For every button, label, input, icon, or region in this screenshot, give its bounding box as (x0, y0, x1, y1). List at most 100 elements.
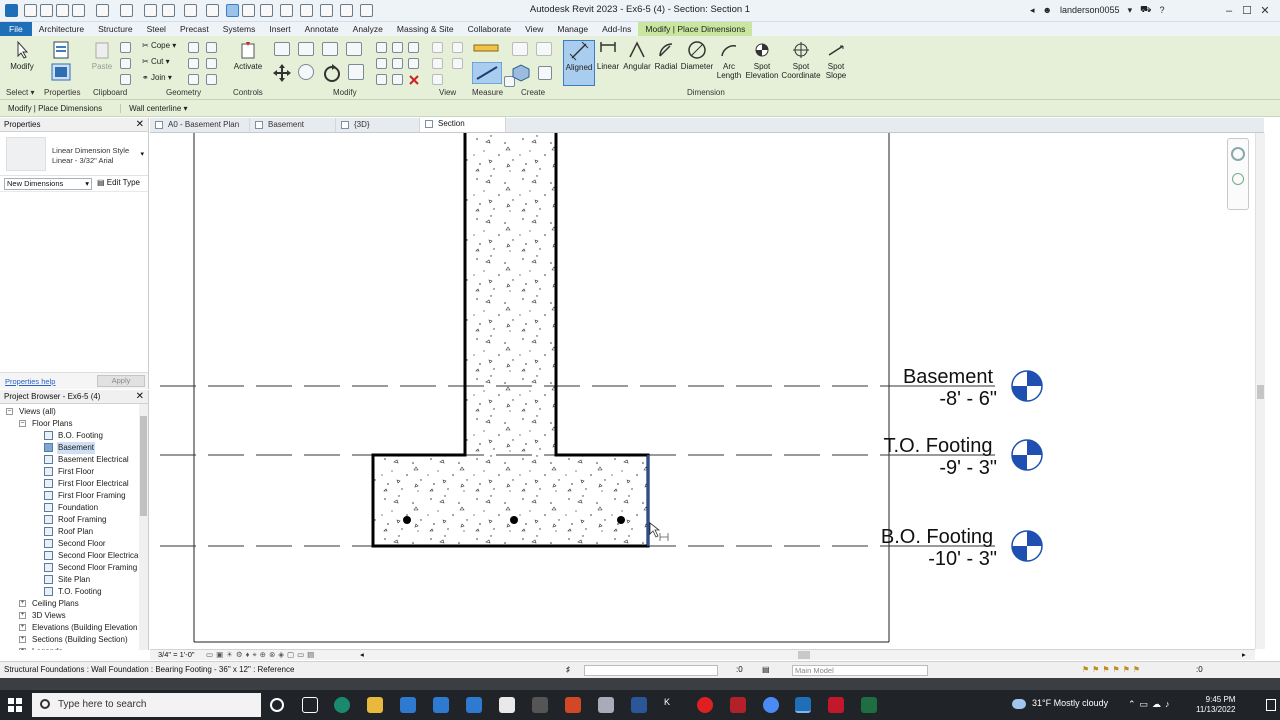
file-explorer-icon[interactable] (367, 697, 383, 713)
unjoin-icon[interactable] (206, 58, 217, 69)
steering-wheel-icon[interactable] (1231, 147, 1245, 161)
camera-icon[interactable] (532, 697, 548, 713)
properties-close-icon[interactable]: ✕ (136, 118, 144, 132)
canvas-vertical-scrollbar[interactable] (1255, 133, 1265, 649)
store-icon[interactable] (400, 697, 416, 713)
design-options-icon[interactable]: ▤ (762, 662, 770, 678)
instance-filter-dropdown[interactable]: New Dimensions ▾ (4, 178, 92, 190)
rotate-icon[interactable] (322, 63, 342, 83)
selection-toggle-icons[interactable]: ⚑⚑⚑⚑⚑⚑ (1082, 662, 1143, 678)
ribbon-tab-modify-place-dimensions[interactable]: Modify | Place Dimensions (638, 22, 753, 36)
tree-item[interactable]: First Floor Electrical (0, 478, 148, 490)
zoom-icon[interactable] (1232, 173, 1244, 185)
dimension-tool-angular-button[interactable]: Angular (622, 40, 652, 71)
dimension-tool-aligned-button[interactable]: Aligned (563, 40, 595, 86)
tree-item[interactable]: Basement Electrical (0, 454, 148, 466)
expand-icon[interactable]: + (19, 636, 26, 643)
drawing-canvas[interactable]: Basement -8' - 6" T.O. Footing -9' - 3" … (150, 133, 1255, 649)
level-name[interactable]: Basement (903, 366, 993, 388)
ribbon-tab-systems[interactable]: Systems (216, 22, 263, 36)
ribbon-tab-insert[interactable]: Insert (262, 22, 297, 36)
mail-icon[interactable] (433, 697, 449, 713)
paste-button[interactable]: Paste (90, 40, 114, 71)
demolish-icon[interactable] (206, 42, 217, 53)
dimension-tool-radial-button[interactable]: Radial (652, 40, 680, 71)
measure-between-icon[interactable] (472, 41, 500, 55)
expand-icon[interactable]: + (19, 624, 26, 631)
help-icon[interactable]: ? (1159, 5, 1164, 15)
tree-item[interactable]: Second Floor (0, 538, 148, 550)
tree-item[interactable]: T.O. Footing (0, 586, 148, 598)
scale-icon[interactable] (392, 58, 403, 69)
mirror-draw-icon[interactable] (346, 42, 362, 56)
wall-joins-icon[interactable] (188, 42, 199, 53)
user-icon[interactable]: ☻ (1043, 5, 1052, 15)
split-gap-icon[interactable] (392, 42, 403, 53)
calculator-icon[interactable] (466, 697, 482, 713)
project-browser-close-icon[interactable]: ✕ (136, 390, 144, 404)
dimension-tool-diameter-button[interactable]: Diameter (680, 40, 714, 71)
tree-item[interactable]: First Floor (0, 466, 148, 478)
tree-item[interactable]: Site Plan (0, 574, 148, 586)
username[interactable]: landerson0055 (1060, 5, 1120, 15)
back-icon[interactable]: ◂ (1030, 5, 1035, 16)
copy-icon[interactable] (120, 42, 131, 53)
properties-button[interactable] (46, 40, 76, 86)
edit-type-button[interactable]: ▤ Edit Type (97, 178, 140, 187)
trim-extend-icon[interactable] (376, 74, 387, 85)
apply-button[interactable]: Apply (97, 375, 145, 387)
view-scale[interactable]: 3/4" = 1'-0" (158, 650, 195, 660)
design-option-dropdown[interactable]: Main Model (792, 665, 928, 676)
ribbon-tab-precast[interactable]: Precast (173, 22, 216, 36)
ribbon-tab-file[interactable]: File (0, 22, 32, 36)
delete-icon[interactable] (408, 74, 420, 86)
copy-element-icon[interactable] (298, 64, 314, 80)
browser-scroll-thumb[interactable] (140, 416, 147, 516)
view-control-icons[interactable]: ▭▣☀⚙♦⌖⊕⊗◈▢▭▤ (206, 650, 317, 660)
level-elevation[interactable]: -10' - 3" (928, 548, 997, 570)
hide-icon[interactable] (432, 42, 443, 53)
split-face-icon[interactable] (188, 58, 199, 69)
cart-icon[interactable]: ⛟ (1140, 4, 1151, 16)
level-elevation[interactable]: -9' - 3" (939, 457, 997, 479)
edge-icon[interactable] (334, 697, 350, 713)
align-icon[interactable] (274, 42, 290, 56)
workset-dropdown[interactable] (584, 665, 718, 676)
app-icon[interactable] (598, 697, 614, 713)
tree-item[interactable]: Roof Framing (0, 514, 148, 526)
snipping-tool-icon[interactable] (499, 697, 515, 713)
level-name[interactable]: B.O. Footing (881, 526, 993, 548)
expand-icon[interactable]: + (19, 648, 26, 650)
chevron-down-icon[interactable]: ▾ (140, 150, 144, 158)
array-icon[interactable] (376, 58, 387, 69)
unpin-icon[interactable] (408, 42, 419, 53)
windows-start-icon[interactable] (8, 698, 22, 712)
app-k-icon[interactable]: K (664, 697, 680, 713)
excel-icon[interactable] (861, 697, 877, 713)
section-drawing[interactable]: Basement -8' - 6" T.O. Footing -9' - 3" … (150, 133, 1255, 649)
tree-item[interactable]: Roof Plan (0, 526, 148, 538)
tree-group[interactable]: + Sections (Building Section) (0, 634, 148, 646)
create-group-icon[interactable] (510, 62, 532, 82)
trim-icon[interactable] (348, 64, 364, 80)
override-icon[interactable] (452, 42, 463, 53)
browser-scrollbar[interactable] (139, 404, 148, 650)
acrobat-icon[interactable] (565, 697, 581, 713)
mirror-axis-icon[interactable] (322, 42, 338, 56)
tree-item[interactable]: Second Floor Electrical (0, 550, 148, 562)
move-icon[interactable] (272, 63, 292, 83)
youtube-icon[interactable] (697, 697, 713, 713)
halftone-icon[interactable] (452, 58, 463, 69)
expand-icon[interactable]: + (19, 600, 26, 607)
revit-2023-icon[interactable] (795, 697, 811, 713)
vertical-scroll-thumb[interactable] (1257, 385, 1264, 399)
tree-item[interactable]: Second Floor Framing (0, 562, 148, 574)
worksets-icon[interactable]: ♯ (566, 662, 570, 678)
filter-icon[interactable] (432, 74, 443, 85)
cortana-icon[interactable] (270, 698, 284, 712)
dimension-tool-arc-length-button[interactable]: Arc Length (716, 40, 742, 80)
horizontal-scroll-thumb[interactable] (798, 651, 810, 659)
weather-text[interactable]: 31°F Mostly cloudy (1032, 698, 1108, 708)
clock[interactable]: 9:45 PM 11/13/2022 (1196, 695, 1235, 715)
dimension-tool-spot-slope-button[interactable]: Spot Slope (824, 40, 848, 80)
